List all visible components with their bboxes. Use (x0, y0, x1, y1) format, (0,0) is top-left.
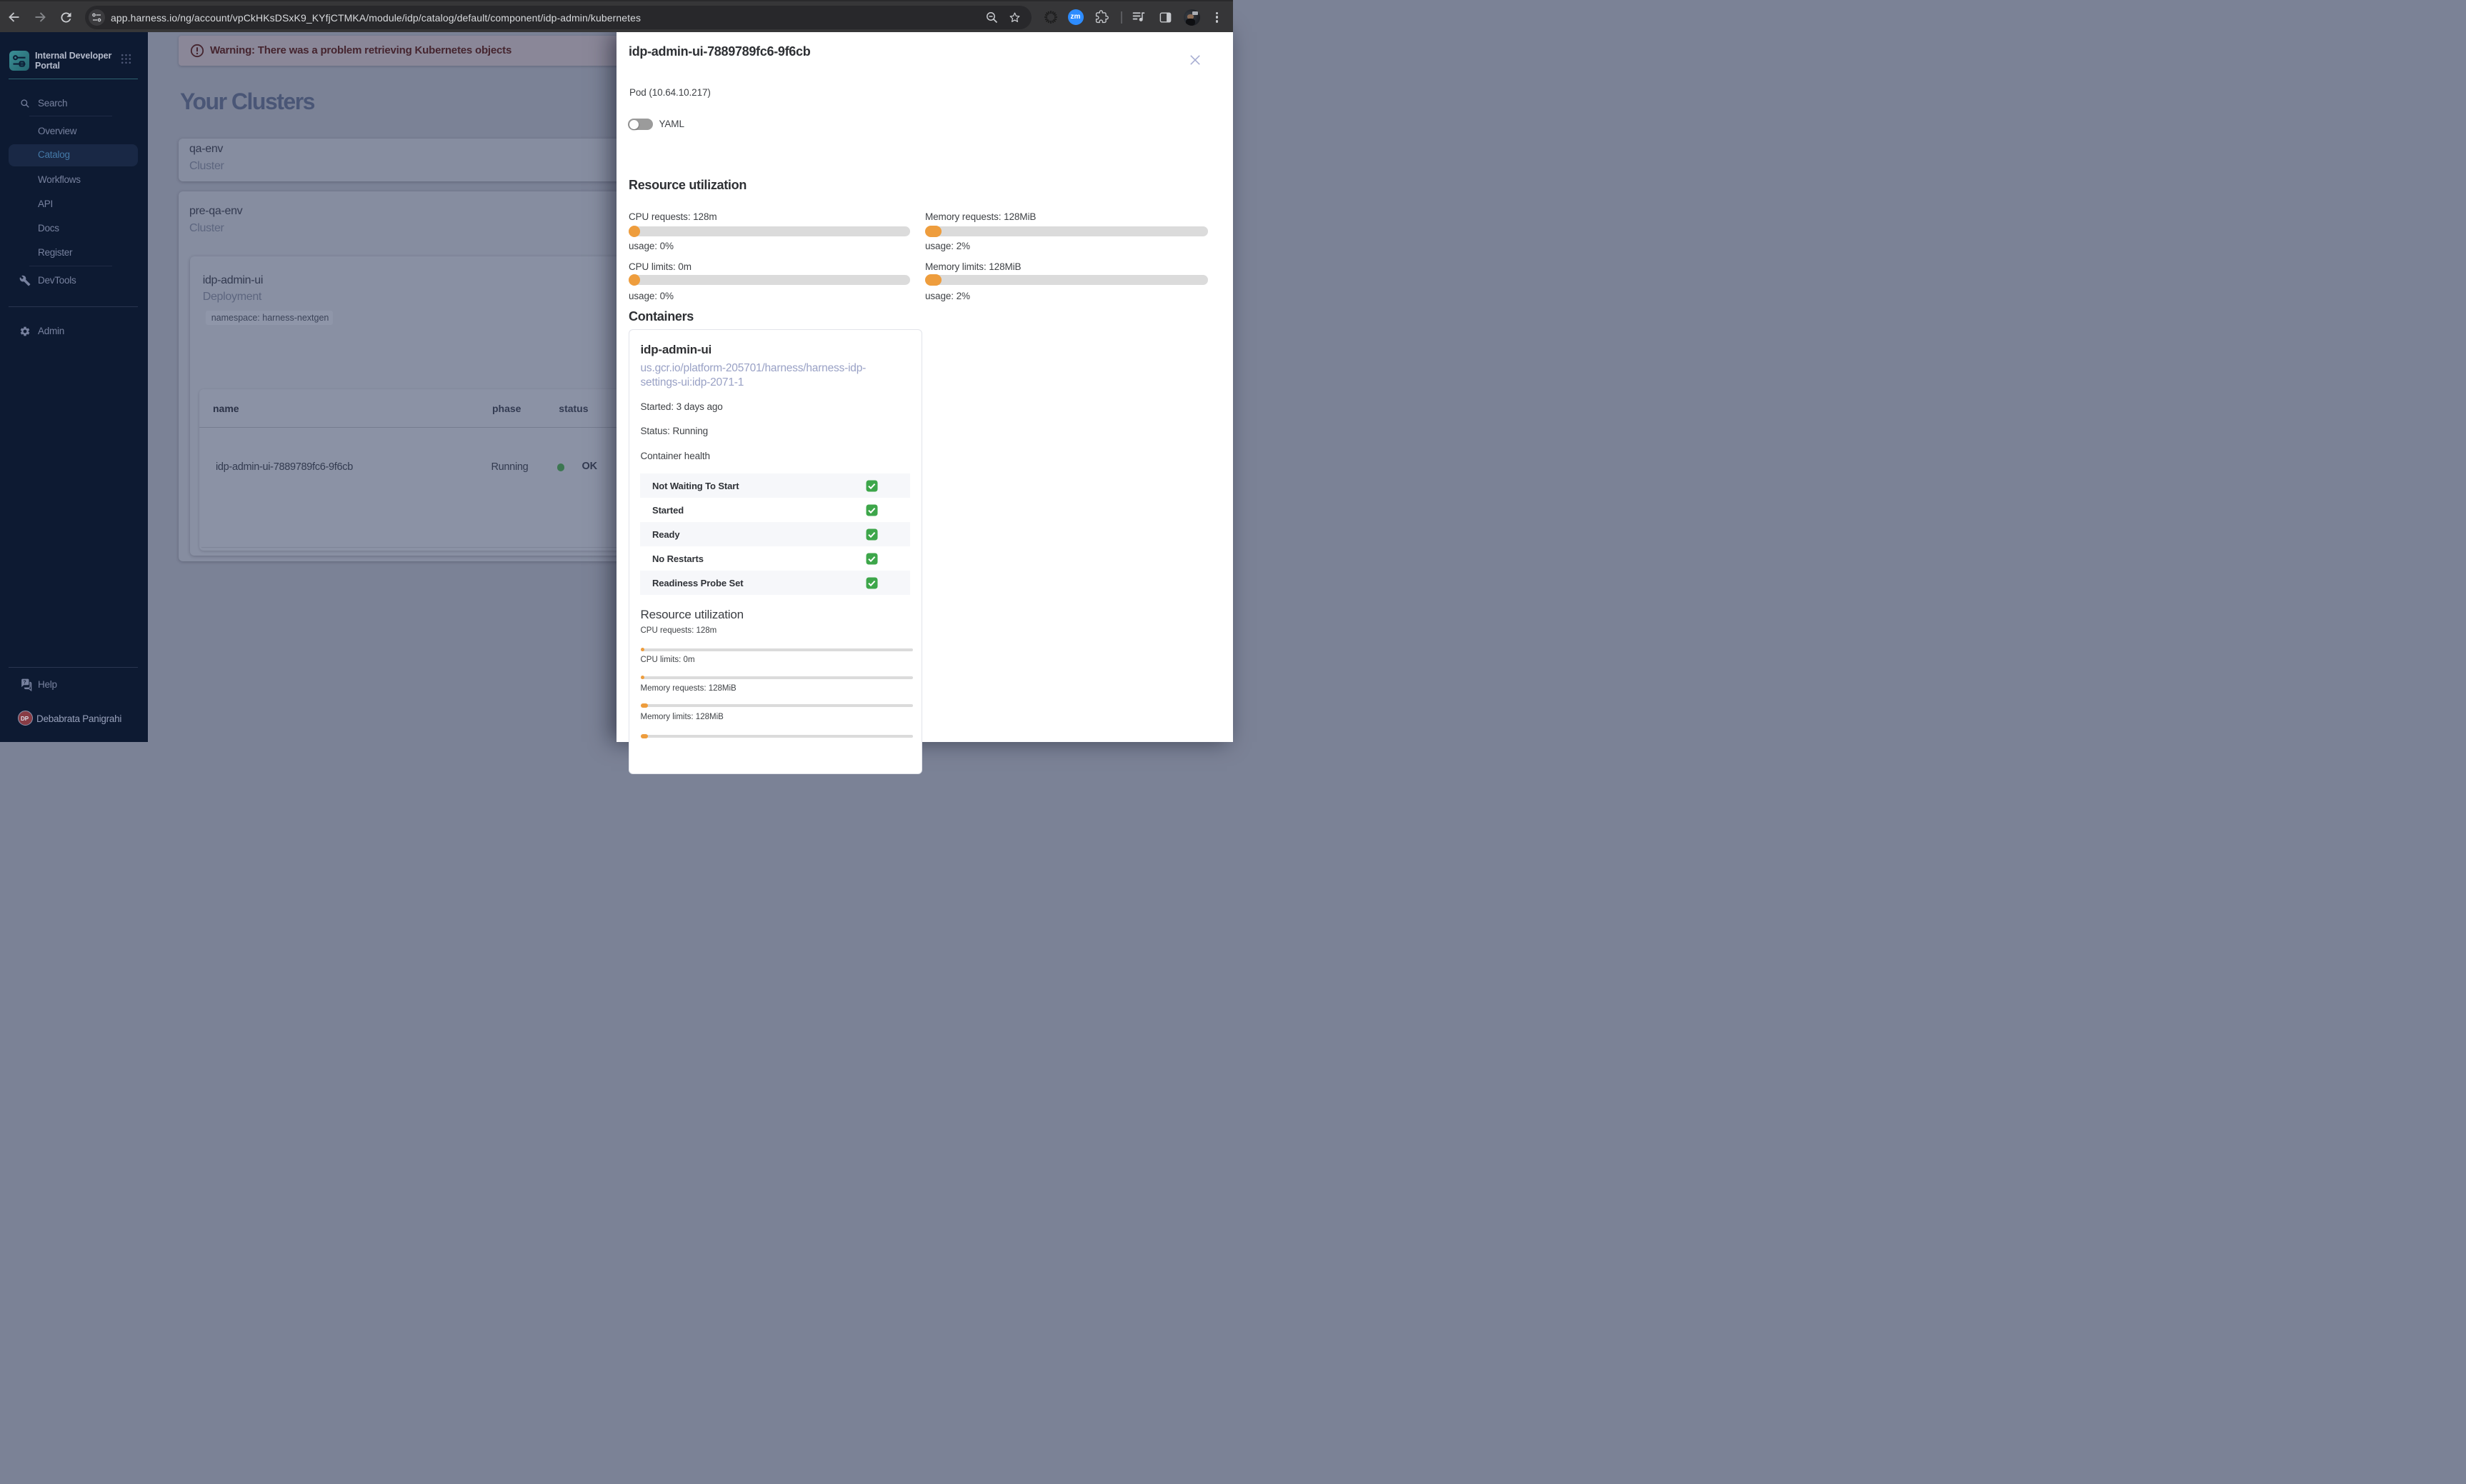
svg-text:?: ? (23, 680, 26, 686)
